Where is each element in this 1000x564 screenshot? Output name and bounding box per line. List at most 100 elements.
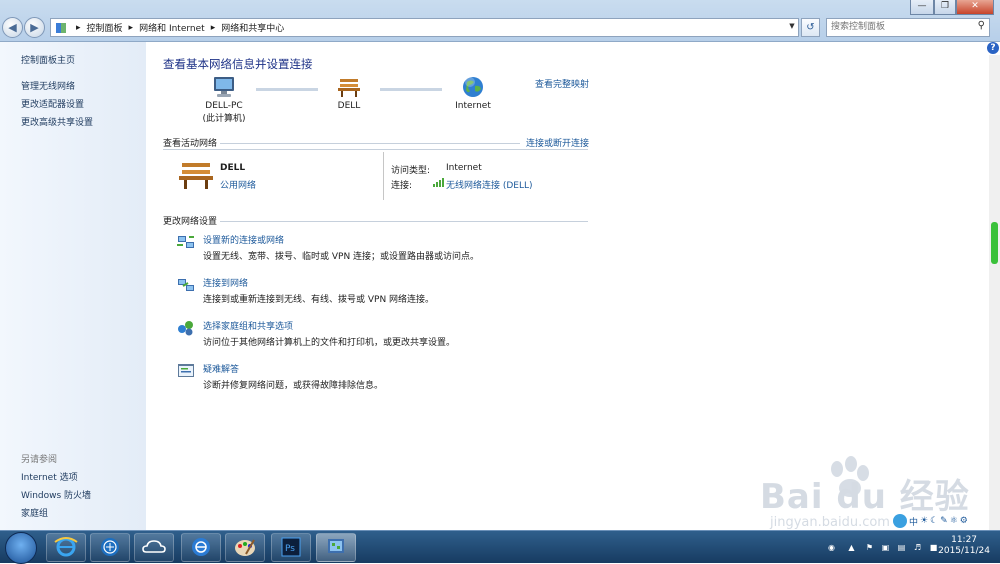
ime-toolbar[interactable]: 中 ☀ ☾ ✎ ⚛ ⚙ xyxy=(893,512,998,530)
paint-icon xyxy=(235,539,255,556)
ime-mode-indicator[interactable]: 中 xyxy=(909,515,918,528)
breadcrumb-network-internet[interactable]: 网络和 Internet xyxy=(139,21,205,34)
search-box[interactable]: ⚲ xyxy=(826,18,990,37)
breadcrumb-control-panel[interactable]: 控制面板 xyxy=(87,21,123,34)
change-adapter-link[interactable]: 更改适配器设置 xyxy=(21,97,84,110)
media-player-icon xyxy=(101,538,119,556)
breadcrumb-network-sharing-center[interactable]: 网络和共享中心 xyxy=(221,21,284,34)
internet-explorer-icon xyxy=(192,538,210,556)
change-settings-header: 更改网络设置 xyxy=(163,217,218,227)
connect-disconnect-link[interactable]: 连接或断开连接 xyxy=(526,136,589,149)
breadcrumb-chevron-icon: ▸ xyxy=(210,22,216,33)
bench-icon xyxy=(179,163,213,189)
computer-icon xyxy=(214,77,234,97)
task-connect-network-title[interactable]: 连接到网络 xyxy=(203,276,248,289)
control-panel-icon xyxy=(328,539,344,553)
wireless-connection-link[interactable]: 无线网络连接 (DELL) xyxy=(446,178,533,191)
network-tray-icon[interactable]: ◉ xyxy=(827,543,836,552)
watermark-brand: Bai du 经验 xyxy=(760,477,970,517)
clock[interactable]: 11:27 2015/11/24 xyxy=(938,535,990,557)
task-troubleshoot-desc: 诊断并修复网络问题，或获得故障排除信息。 xyxy=(203,381,384,391)
view-full-map-link[interactable]: 查看完整映射 xyxy=(535,77,589,90)
arrow-tray-icon[interactable]: ▲ xyxy=(847,543,856,552)
troubleshoot-icon xyxy=(178,364,194,377)
taskbar-ie-button[interactable] xyxy=(46,533,86,562)
volume-tray-icon[interactable]: ♬ xyxy=(913,543,922,552)
divider xyxy=(220,143,520,144)
taskbar: Ps ◉ ▲ ⚑ ▣ ▤ ♬ ■ 11:27 2015/11/24 xyxy=(0,530,1000,564)
taskbar-ie2-button[interactable] xyxy=(181,533,221,562)
ime-pen-icon[interactable]: ✎ xyxy=(940,516,948,526)
map-node-internet[interactable]: Internet xyxy=(446,76,500,111)
access-type-value: Internet xyxy=(446,163,482,173)
taskbar-cloud-button[interactable] xyxy=(134,533,174,562)
map-node-pc-label: DELL-PC xyxy=(205,101,243,111)
divider xyxy=(220,221,588,222)
search-input[interactable] xyxy=(827,19,971,34)
homegroup-link[interactable]: 家庭组 xyxy=(21,506,48,519)
map-connector-line xyxy=(380,88,442,91)
globe-icon xyxy=(463,77,483,97)
breadcrumb-chevron-icon: ▸ xyxy=(128,22,134,33)
task-homegroup-title[interactable]: 选择家庭组和共享选项 xyxy=(203,319,293,332)
flag-tray-icon[interactable]: ⚑ xyxy=(865,543,874,552)
task-setup-connection-title[interactable]: 设置新的连接或网络 xyxy=(203,233,284,246)
start-button[interactable] xyxy=(5,532,37,564)
internet-explorer-icon xyxy=(54,537,78,557)
task-connect-network-desc: 连接到或重新连接到无线、有线、拨号或 VPN 网络连接。 xyxy=(203,295,435,305)
minimize-button[interactable]: — xyxy=(910,0,934,15)
network-type-link[interactable]: 公用网络 xyxy=(220,178,256,191)
map-node-internet-label: Internet xyxy=(455,101,491,111)
ime-tray-icon[interactable]: ■ xyxy=(929,543,938,552)
control-panel-icon xyxy=(56,22,66,33)
display-tray-icon[interactable]: ▣ xyxy=(881,543,890,552)
map-node-pc-sublabel: (此计算机) xyxy=(202,114,246,124)
control-panel-home-link[interactable]: 控制面板主页 xyxy=(21,53,75,66)
internet-options-link[interactable]: Internet 选项 xyxy=(21,470,78,483)
map-node-pc[interactable]: DELL-PC (此计算机) xyxy=(192,76,256,124)
clock-time: 11:27 xyxy=(951,535,978,545)
task-homegroup-desc: 访问位于其他网络计算机上的文件和打印机，或更改共享设置。 xyxy=(203,338,456,348)
back-button[interactable]: ◀ xyxy=(2,17,23,38)
search-icon[interactable]: ⚲ xyxy=(978,20,985,31)
address-bar[interactable]: ▸ 控制面板 ▸ 网络和 Internet ▸ 网络和共享中心 xyxy=(50,18,799,37)
taskbar-media-button[interactable] xyxy=(90,533,130,562)
map-connector-line xyxy=(256,88,318,91)
windows-firewall-link[interactable]: Windows 防火墙 xyxy=(21,488,91,501)
scrollbar-thumb[interactable] xyxy=(991,222,998,264)
ime-moon-icon[interactable]: ☾ xyxy=(930,516,938,526)
svg-text:Ps: Ps xyxy=(285,544,295,554)
breadcrumb-chevron-icon: ▸ xyxy=(76,22,81,33)
task-setup-connection-desc: 设置无线、宽带、拨号、临时或 VPN 连接；或设置路由器或访问点。 xyxy=(203,252,480,262)
homegroup-icon xyxy=(178,321,193,336)
network-name: DELL xyxy=(220,163,246,173)
ime-skin-icon[interactable]: ⚛ xyxy=(950,516,958,526)
change-sharing-link[interactable]: 更改高级共享设置 xyxy=(21,115,93,128)
bench-icon xyxy=(338,79,360,97)
map-node-dell-label: DELL xyxy=(337,101,361,111)
network-setup-icon xyxy=(177,236,194,248)
watermark-url: jingyan.baidu.com xyxy=(770,515,890,530)
refresh-button[interactable]: ↺ xyxy=(801,18,820,37)
access-type-label: 访问类型: xyxy=(391,166,431,176)
forward-button[interactable]: ▶ xyxy=(24,17,45,38)
ime-punctuation-icon[interactable]: ☀ xyxy=(920,516,928,526)
task-troubleshoot-title[interactable]: 疑难解答 xyxy=(203,362,239,375)
close-button[interactable]: ✕ xyxy=(956,0,994,15)
taskbar-photoshop-button[interactable]: Ps xyxy=(271,533,311,562)
maximize-button[interactable]: ❐ xyxy=(934,0,956,15)
taskbar-control-panel-button[interactable] xyxy=(316,533,356,562)
taskbar-paint-button[interactable] xyxy=(225,533,265,562)
ime-settings-icon[interactable]: ⚙ xyxy=(960,516,968,526)
connect-network-icon xyxy=(178,279,194,291)
manage-wireless-link[interactable]: 管理无线网络 xyxy=(21,79,75,92)
help-icon[interactable]: ? xyxy=(987,42,999,54)
clock-date: 2015/11/24 xyxy=(938,546,990,556)
window-controls: — ❐ ✕ xyxy=(910,0,994,15)
signal-tray-icon[interactable]: ▤ xyxy=(897,543,906,552)
active-networks-header: 查看活动网络 xyxy=(163,139,218,149)
map-node-dell[interactable]: DELL xyxy=(322,76,376,111)
address-dropdown-icon[interactable]: ▼ xyxy=(786,18,798,35)
divider xyxy=(163,149,588,150)
photoshop-icon: Ps xyxy=(281,537,301,557)
